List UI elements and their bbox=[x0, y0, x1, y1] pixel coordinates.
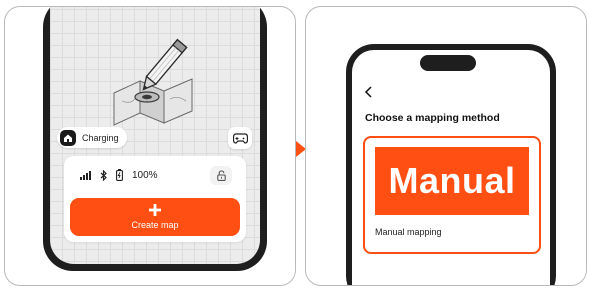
back-button[interactable] bbox=[362, 84, 376, 100]
create-map-label: Create map bbox=[131, 220, 179, 230]
battery-icon bbox=[116, 169, 123, 181]
map-screen: Charging 100% Create map bbox=[50, 7, 260, 264]
home-robot-icon bbox=[60, 129, 76, 146]
phone-notch bbox=[420, 55, 476, 71]
map-pencil-icon bbox=[113, 38, 193, 126]
phone-frame: Charging 100% Create map bbox=[43, 7, 267, 271]
phone-frame: Choose a mapping method Manual Manual ma… bbox=[346, 44, 556, 285]
bluetooth-icon bbox=[100, 169, 107, 181]
child-lock-button[interactable] bbox=[210, 166, 232, 185]
chevron-left-icon bbox=[364, 86, 372, 98]
create-map-button[interactable]: Create map bbox=[70, 198, 240, 236]
plus-icon bbox=[149, 204, 161, 216]
right-step-panel: Choose a mapping method Manual Manual ma… bbox=[305, 6, 587, 286]
lock-icon bbox=[216, 170, 226, 181]
remote-control-button[interactable] bbox=[228, 127, 252, 149]
manual-banner-text: Manual bbox=[388, 160, 516, 201]
gamepad-icon bbox=[232, 132, 248, 144]
device-stats: 100% bbox=[80, 169, 158, 181]
left-step-panel: Charging 100% Create map bbox=[4, 6, 296, 286]
charging-label: Charging bbox=[82, 132, 119, 143]
manual-banner: Manual bbox=[375, 147, 529, 215]
signal-bars-icon bbox=[80, 170, 91, 180]
battery-level: 100% bbox=[132, 169, 158, 181]
mapping-method-screen: Choose a mapping method Manual Manual ma… bbox=[352, 50, 550, 285]
charging-status: Charging bbox=[57, 127, 127, 148]
page-title: Choose a mapping method bbox=[365, 112, 500, 124]
manual-mapping-label: Manual mapping bbox=[375, 227, 442, 237]
robot-control-card: 100% Create map bbox=[64, 156, 246, 242]
status-row: Charging bbox=[50, 125, 260, 151]
manual-mapping-option[interactable]: Manual Manual mapping bbox=[363, 136, 541, 254]
